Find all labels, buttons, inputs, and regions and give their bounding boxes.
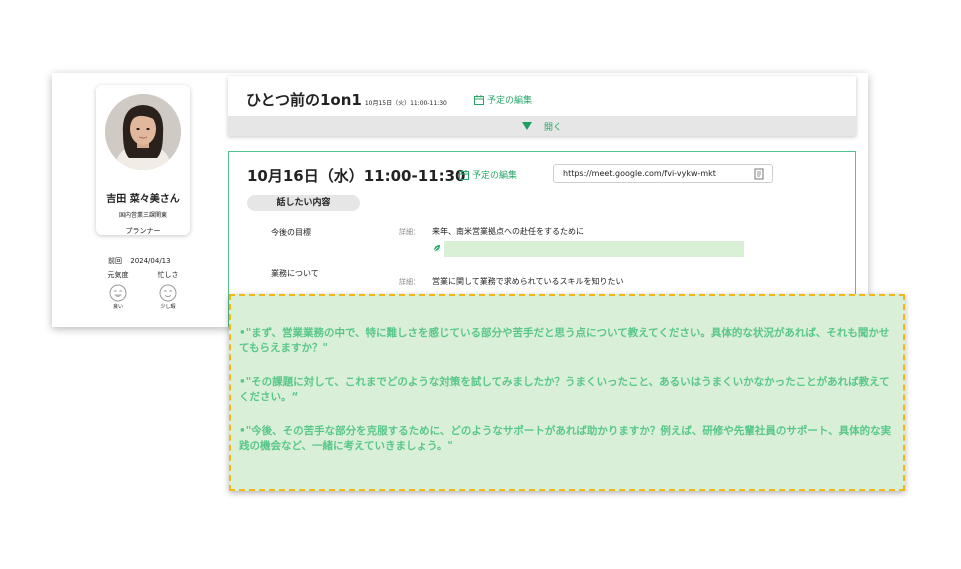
calendar-icon: [474, 94, 484, 105]
calendar-icon: [459, 169, 469, 180]
agenda-detail-goal: 来年、南米営業拠点への赴任をするために: [432, 227, 584, 236]
previous-label: 前回: [108, 257, 122, 265]
avatar: [105, 94, 181, 170]
calm-face-icon: [159, 284, 177, 302]
meet-url-field[interactable]: https://meet.google.com/fvi-vykw-mkt: [553, 164, 773, 183]
answer-input[interactable]: [444, 241, 744, 257]
previous-meeting-card: ひとつ前の1on1 10月15日（火）11:00-11:30 予定の編集 開く: [228, 76, 856, 136]
previous-edit-schedule-link[interactable]: 予定の編集: [474, 93, 532, 106]
suggestion-item: •"今後、その苦手な部分を克服するために、どのようなサポートがあれば助かりますか…: [239, 425, 892, 452]
expand-label: 開く: [543, 122, 562, 133]
triangle-down-icon: [521, 122, 532, 130]
agenda-label-goal: 今後の目標: [271, 228, 311, 237]
one-on-one-window: 吉田 菜々美さん 国内営業三課関東 プランナー 前回 2024/04/13 元気…: [52, 73, 868, 327]
profile-card: 吉田 菜々美さん 国内営業三課関東 プランナー: [96, 85, 190, 235]
agenda-detail-label: 詳細：: [399, 278, 420, 286]
stat-energy: 元気度 良い: [98, 270, 138, 310]
leaf-icon: [433, 245, 440, 252]
user-role: プランナー: [125, 227, 161, 235]
current-edit-schedule-link[interactable]: 予定の編集: [459, 168, 517, 181]
user-department: 国内営業三課関東: [118, 212, 167, 219]
stat-busyness: 忙しさ 少し暇: [148, 270, 188, 310]
suggestion-item: •"その課題に対して、これまでどのような対策を試してみましたか？うまくいったこと…: [239, 376, 890, 403]
previous-date-row: 前回 2024/04/13: [108, 256, 171, 266]
topics-section-label: 話したい内容: [247, 195, 360, 211]
user-name: 吉田 菜々美さん: [106, 194, 180, 205]
previous-date: 2024/04/13: [130, 257, 171, 265]
expand-toggle[interactable]: 開く: [228, 116, 856, 136]
smile-face-icon: [109, 284, 127, 302]
stat-busyness-label: 忙しさ: [157, 271, 179, 279]
copy-icon[interactable]: [754, 168, 764, 180]
agenda-detail-work: 営業に関して業務で求められているスキルを知りたい: [432, 277, 624, 286]
agenda-label-work: 業務について: [271, 269, 319, 278]
suggestion-item: •"まず、営業業務の中で、特に難しさを感じている部分や苦手だと思う点について教え…: [239, 327, 890, 354]
current-edit-label: 予定の編集: [472, 171, 518, 181]
meet-url-text: https://meet.google.com/fvi-vykw-mkt: [563, 169, 716, 178]
previous-edit-label: 予定の編集: [487, 96, 533, 106]
suggested-questions-panel: •"まず、営業業務の中で、特に難しさを感じている部分や苦手だと思う点について教え…: [229, 294, 905, 491]
current-meeting-datetime: 10月16日（水）11:00-11:30: [247, 167, 466, 185]
stat-energy-value: 良い: [112, 304, 123, 310]
agenda-detail-label: 詳細：: [399, 228, 420, 236]
previous-meeting-datetime: 10月15日（火）11:00-11:30: [364, 100, 447, 107]
previous-meeting-title: ひとつ前の1on1 10月15日（火）11:00-11:30: [246, 89, 447, 110]
previous-meeting-title-text: ひとつ前の1on1: [246, 91, 362, 109]
stat-busyness-value: 少し暇: [160, 304, 176, 310]
stat-energy-label: 元気度: [107, 271, 129, 279]
